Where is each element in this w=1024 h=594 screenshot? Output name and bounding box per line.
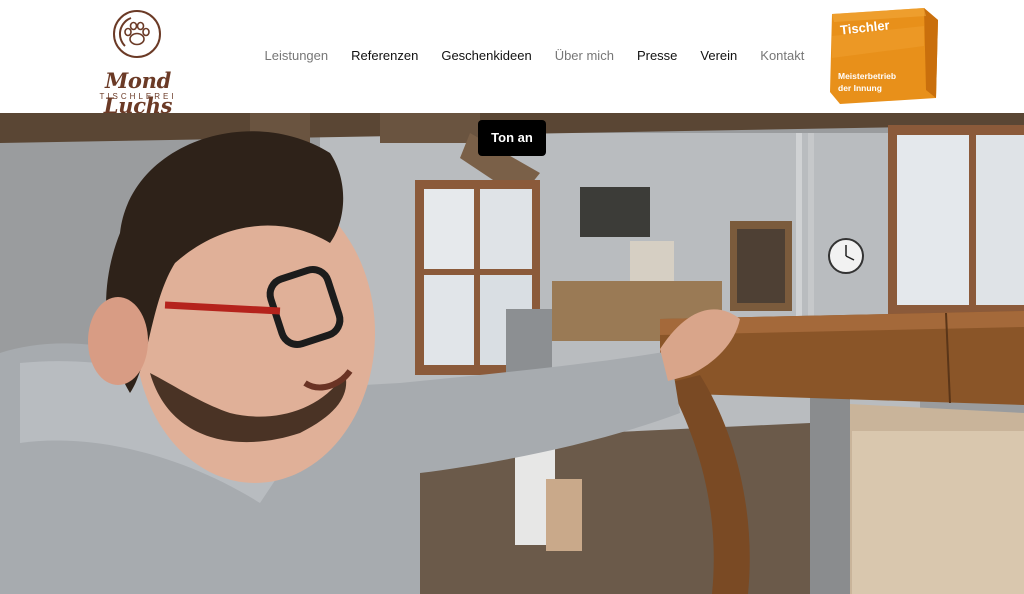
nav-item-ueber-mich[interactable]: Über mich (543, 46, 625, 66)
hero-video[interactable] (0, 113, 1024, 594)
paw-moon-logo-icon (113, 10, 161, 58)
hero-video-frame (0, 113, 1024, 594)
site-header: Mond Luchs TISCHLEREI Leistungen Referen… (0, 0, 1024, 118)
nav-item-verein[interactable]: Verein (689, 46, 749, 66)
logo-sub-text: TISCHLEREI (99, 92, 177, 101)
nav-item-geschenkideen[interactable]: Geschenkideen (430, 46, 543, 66)
meisterbetrieb-badge: Tischler Meisterbetrieb der Innung (828, 6, 942, 106)
nav-item-leistungen[interactable]: Leistungen (253, 46, 340, 66)
nav-item-kontakt[interactable]: Kontakt (749, 46, 816, 66)
site-logo[interactable]: Mond Luchs TISCHLEREI (78, 8, 198, 118)
nav-item-referenzen[interactable]: Referenzen (340, 46, 430, 66)
nav-item-presse[interactable]: Presse (625, 46, 688, 66)
sound-on-button[interactable]: Ton an (478, 120, 546, 156)
badge-line-2: der Innung (838, 83, 882, 93)
badge-line-1: Meisterbetrieb (838, 71, 897, 81)
badge-subtitle: Meisterbetrieb der Innung (838, 70, 896, 94)
main-nav: Leistungen Referenzen Geschenkideen Über… (253, 46, 816, 66)
